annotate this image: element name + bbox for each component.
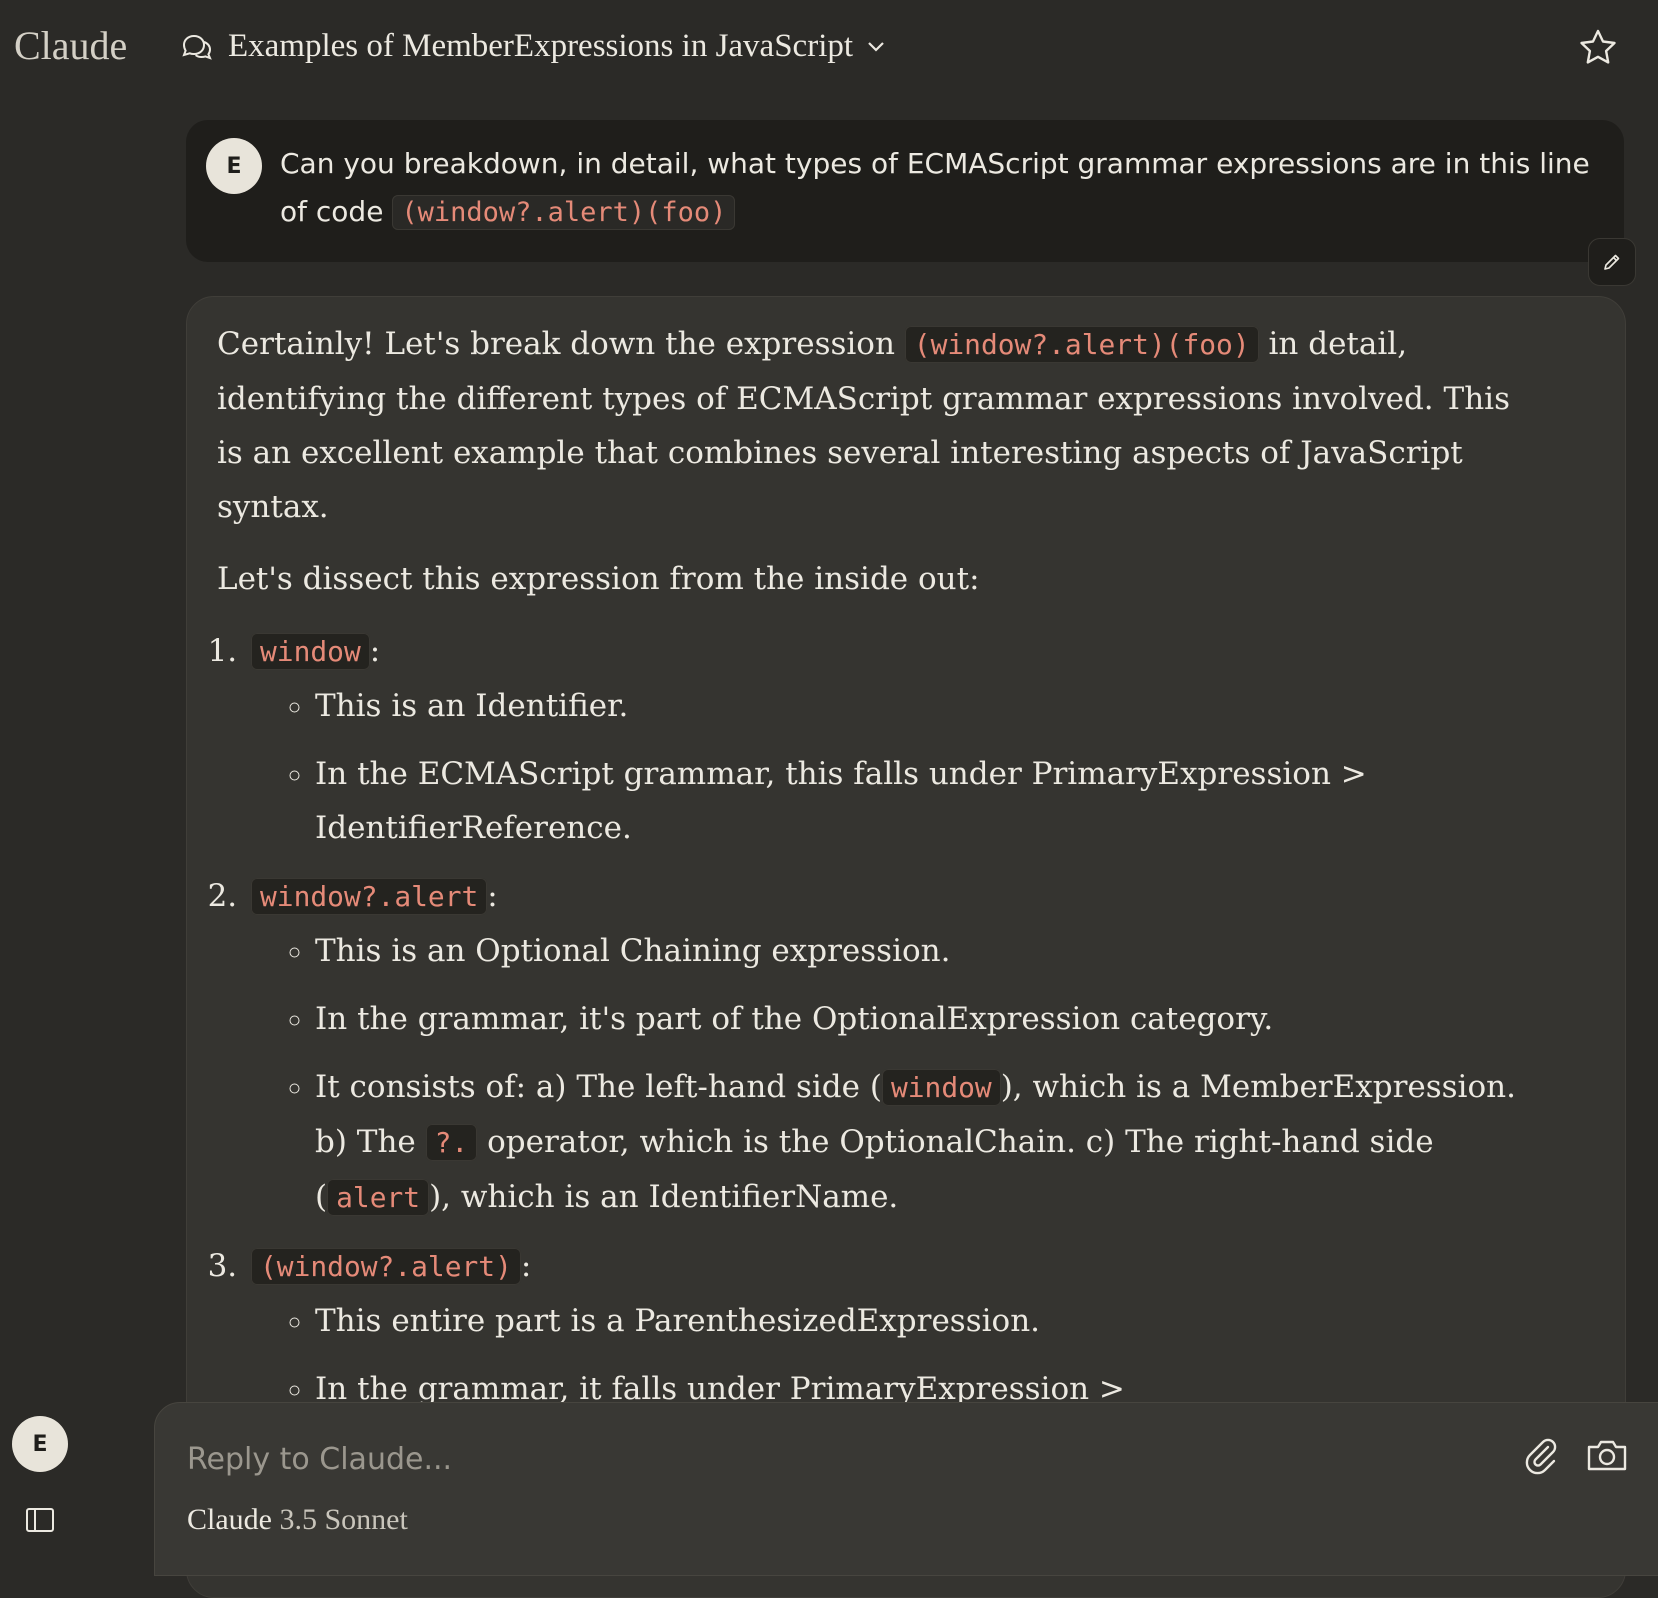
inline-code: window xyxy=(251,633,370,670)
top-bar: Claude Examples of MemberExpressions in … xyxy=(0,0,1658,100)
reply-input[interactable] xyxy=(185,1433,1429,1485)
inline-code: alert xyxy=(327,1179,430,1216)
chat-bubbles-icon xyxy=(182,34,212,60)
chevron-down-icon xyxy=(868,41,884,52)
chat-title-menu[interactable]: Examples of MemberExpressions in JavaScr… xyxy=(180,28,885,65)
bullet-item: In the ECMAScript grammar, this falls un… xyxy=(315,747,1517,855)
list-item: window: This is an Identifier. In the EC… xyxy=(247,624,1517,855)
bullet-item: In the grammar, it's part of the Optiona… xyxy=(315,992,1517,1046)
account-avatar[interactable]: E xyxy=(12,1416,68,1472)
user-message: E Can you breakdown, in detail, what typ… xyxy=(186,120,1624,262)
bullet-list: This is an Identifier. In the ECMAScript… xyxy=(251,679,1517,855)
inline-code: (window?.alert)(foo) xyxy=(904,326,1259,363)
paperclip-icon[interactable] xyxy=(1521,1435,1561,1475)
bullet-item: This entire part is a ParenthesizedExpre… xyxy=(315,1294,1517,1348)
bullet-text: ), which is an IdentifierName. xyxy=(429,1179,899,1215)
inline-code: ?. xyxy=(425,1124,478,1161)
user-avatar: E xyxy=(206,138,262,194)
bullet-item: This is an Identifier. xyxy=(315,679,1517,733)
inline-code: window?.alert xyxy=(251,878,488,915)
model-selector[interactable]: Claude 3.5 Sonnet xyxy=(187,1503,408,1537)
user-message-text: Can you breakdown, in detail, what types… xyxy=(280,140,1590,237)
sidebar-toggle-icon[interactable] xyxy=(24,1504,56,1536)
inline-code: (window?.alert)(foo) xyxy=(392,195,736,230)
bullet-item: This is an Optional Chaining expression. xyxy=(315,924,1517,978)
lead-paragraph: Let's dissect this expression from the i… xyxy=(217,561,980,597)
inline-code: (window?.alert) xyxy=(251,1248,521,1285)
inline-code: window xyxy=(881,1069,1001,1106)
breakdown-list: window: This is an Identifier. In the EC… xyxy=(217,624,1517,1470)
edit-message-button[interactable] xyxy=(1588,238,1636,286)
composer: Claude 3.5 Sonnet xyxy=(154,1402,1658,1576)
intro-paragraph: Certainly! Let's break down the expressi… xyxy=(217,317,1517,534)
assistant-message-content: Certainly! Let's break down the expressi… xyxy=(217,317,1517,1484)
bullet-list: This is an Optional Chaining expression.… xyxy=(251,924,1517,1225)
camera-icon[interactable] xyxy=(1585,1435,1629,1475)
chat-title: Examples of MemberExpressions in JavaScr… xyxy=(228,28,854,64)
claude-logo[interactable]: Claude xyxy=(14,22,127,69)
model-name: Claude xyxy=(187,1503,272,1536)
star-icon[interactable] xyxy=(1578,28,1618,68)
list-item: window?.alert: This is an Optional Chain… xyxy=(247,869,1517,1225)
pencil-icon xyxy=(1604,254,1620,270)
bullet-text: It consists of: a) The left-hand side ( xyxy=(315,1069,882,1105)
intro-text-start: Certainly! Let's break down the expressi… xyxy=(217,326,895,362)
bullet-item: It consists of: a) The left-hand side (w… xyxy=(315,1060,1517,1225)
model-version: 3.5 Sonnet xyxy=(279,1503,408,1536)
